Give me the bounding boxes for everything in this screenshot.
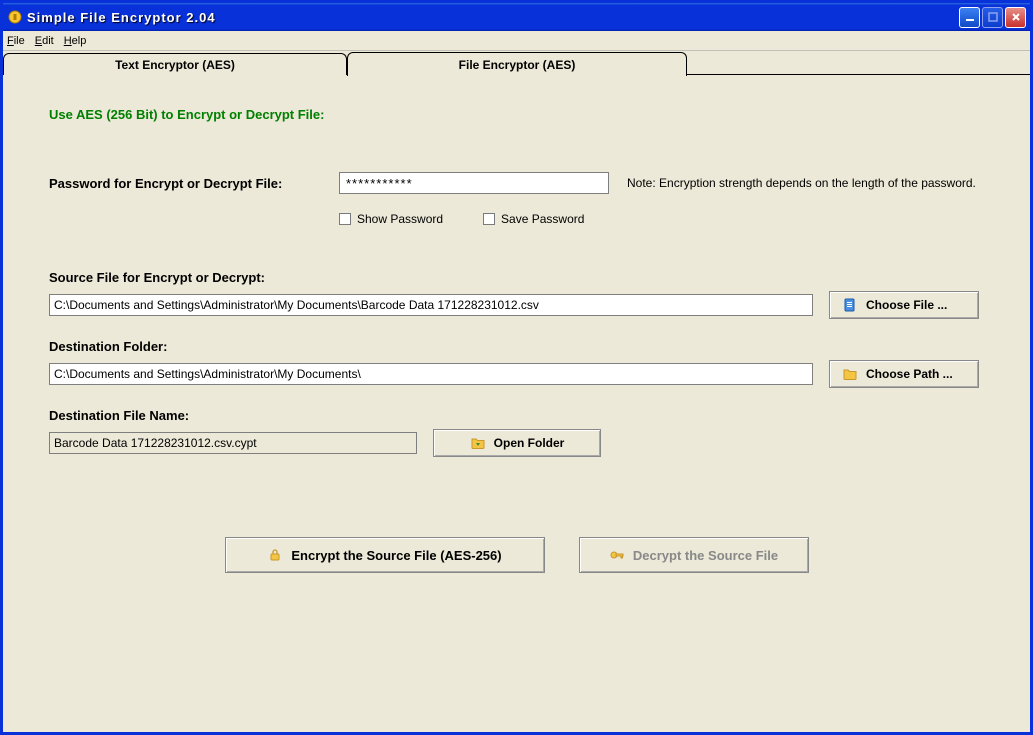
destination-folder-input[interactable]	[49, 363, 813, 385]
destination-label: Destination Folder:	[49, 339, 984, 354]
encrypt-label: Encrypt the Source File (AES-256)	[291, 548, 501, 563]
window-title: Simple File Encryptor 2.04	[27, 10, 959, 25]
choose-path-label: Choose Path ...	[866, 367, 953, 381]
source-row: Choose File ...	[49, 291, 984, 319]
destination-row: Choose Path ...	[49, 360, 984, 388]
password-options: Show Password Save Password	[339, 212, 984, 226]
action-row: Encrypt the Source File (AES-256) Decryp…	[49, 537, 984, 573]
dest-filename-label: Destination File Name:	[49, 408, 984, 423]
password-note: Note: Encryption strength depends on the…	[627, 176, 976, 190]
save-password-label: Save Password	[501, 212, 584, 226]
titlebar: Simple File Encryptor 2.04	[3, 3, 1030, 31]
menu-edit[interactable]: Edit	[35, 35, 54, 47]
tab-file-encryptor[interactable]: File Encryptor (AES)	[347, 52, 687, 76]
choose-file-label: Choose File ...	[866, 298, 947, 312]
source-label: Source File for Encrypt or Decrypt:	[49, 270, 984, 285]
choose-file-button[interactable]: Choose File ...	[829, 291, 979, 319]
content-area: Use AES (256 Bit) to Encrypt or Decrypt …	[3, 75, 1030, 732]
tab-label: Text Encryptor (AES)	[115, 58, 235, 72]
save-password-checkbox[interactable]: Save Password	[483, 212, 584, 226]
show-password-label: Show Password	[357, 212, 443, 226]
app-icon	[7, 9, 23, 25]
tab-text-encryptor[interactable]: Text Encryptor (AES)	[3, 53, 347, 75]
password-label: Password for Encrypt or Decrypt File:	[49, 176, 321, 191]
decrypt-button: Decrypt the Source File	[579, 537, 809, 573]
dest-filename-row: Open Folder	[49, 429, 984, 457]
source-file-input[interactable]	[49, 294, 813, 316]
open-folder-icon	[470, 435, 486, 451]
file-icon	[842, 297, 858, 313]
show-password-checkbox[interactable]: Show Password	[339, 212, 443, 226]
choose-path-button[interactable]: Choose Path ...	[829, 360, 979, 388]
heading: Use AES (256 Bit) to Encrypt or Decrypt …	[49, 107, 984, 122]
lock-icon	[267, 547, 283, 563]
folder-icon	[842, 366, 858, 382]
menu-help[interactable]: Help	[64, 35, 87, 47]
decrypt-label: Decrypt the Source File	[633, 548, 778, 563]
window-controls	[959, 7, 1026, 28]
password-input[interactable]	[339, 172, 609, 194]
close-button[interactable]	[1005, 7, 1026, 28]
checkbox-icon	[339, 213, 351, 225]
encrypt-button[interactable]: Encrypt the Source File (AES-256)	[225, 537, 545, 573]
open-folder-button[interactable]: Open Folder	[433, 429, 601, 457]
dest-filename-input	[49, 432, 417, 454]
menu-file[interactable]: File	[7, 35, 25, 47]
tabstrip: Text Encryptor (AES) File Encryptor (AES…	[3, 51, 1030, 75]
app-window: Simple File Encryptor 2.04 File Edit Hel…	[0, 0, 1033, 735]
minimize-button[interactable]	[959, 7, 980, 28]
menubar: File Edit Help	[3, 31, 1030, 51]
maximize-button	[982, 7, 1003, 28]
key-icon	[609, 547, 625, 563]
password-row: Password for Encrypt or Decrypt File: No…	[49, 172, 984, 194]
tab-label: File Encryptor (AES)	[459, 58, 576, 72]
checkbox-icon	[483, 213, 495, 225]
open-folder-label: Open Folder	[494, 436, 565, 450]
